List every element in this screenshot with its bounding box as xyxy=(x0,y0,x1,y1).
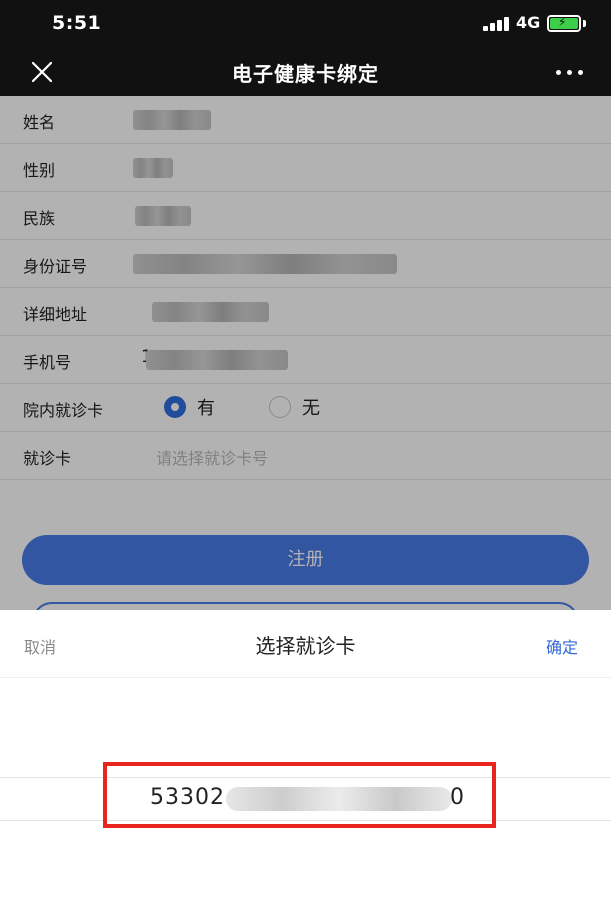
battery-icon: ⚡ xyxy=(547,15,581,32)
charging-bolt-icon: ⚡ xyxy=(558,15,567,29)
status-bar: 5:51 4G ⚡ xyxy=(0,0,611,48)
nav-bar: 电子健康卡绑定 xyxy=(0,48,611,96)
signal-icon xyxy=(483,17,511,31)
network-type: 4G xyxy=(516,13,541,32)
picker-title: 选择就诊卡 xyxy=(255,634,356,658)
picker-header: 取消 选择就诊卡 确定 xyxy=(0,610,611,678)
modal-overlay[interactable] xyxy=(0,96,611,610)
page-title: 电子健康卡绑定 xyxy=(232,62,379,86)
battery-tip xyxy=(583,20,586,27)
annotation-highlight-box xyxy=(103,762,496,828)
more-icon[interactable] xyxy=(556,70,584,76)
status-time: 5:51 xyxy=(52,12,102,34)
confirm-button[interactable]: 确定 xyxy=(546,634,578,658)
card-picker-sheet: 取消 选择就诊卡 确定 53302 0 xyxy=(0,610,611,919)
